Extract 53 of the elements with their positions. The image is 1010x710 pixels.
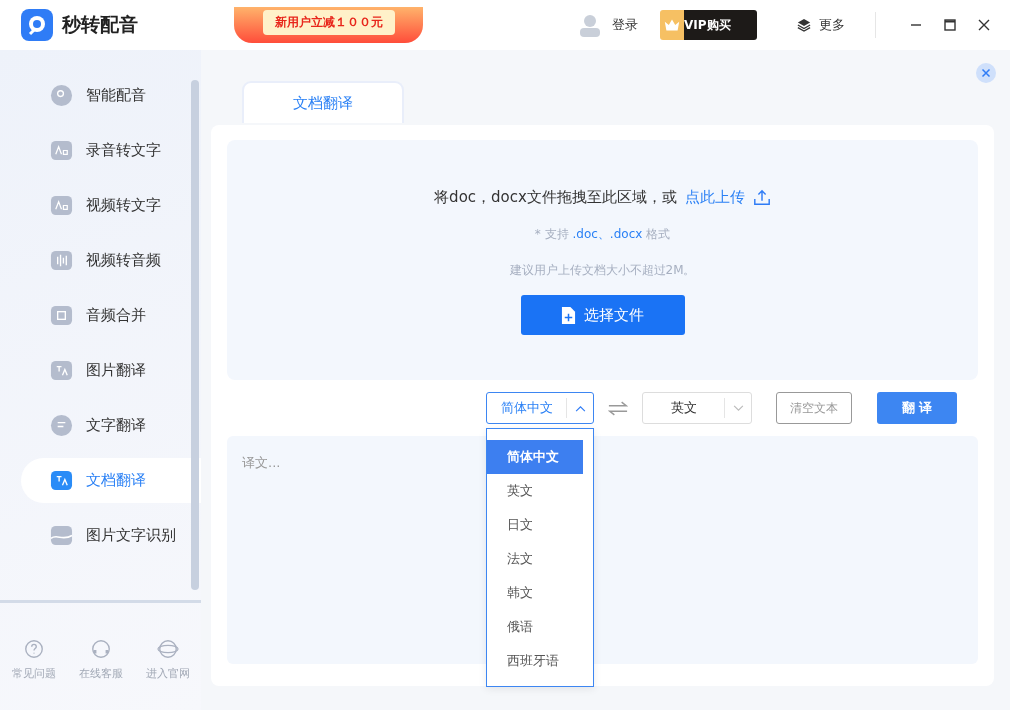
tab[interactable]: 文档翻译 [242, 81, 404, 123]
upload-icon[interactable] [752, 188, 771, 207]
crown-icon [664, 18, 680, 32]
target-language-select[interactable]: 英文 [642, 392, 752, 424]
vip-button[interactable]: VIP购买 [660, 10, 757, 40]
layers-icon [797, 18, 811, 32]
close-icon[interactable] [978, 19, 990, 31]
sidebar-item[interactable]: 视频转文字 [21, 183, 201, 228]
source-language-select[interactable]: 简体中文 [486, 392, 594, 424]
sidebar-item[interactable]: 图片文字识别 [21, 513, 201, 558]
sidebar-item[interactable]: 文档翻译 [21, 458, 201, 503]
upload-prompt: 将doc，docx文件拖拽至此区域，或 [434, 188, 677, 207]
close-panel-icon[interactable] [976, 63, 996, 83]
headset-icon [89, 638, 112, 660]
sidebar-item[interactable]: 录音转文字 [21, 128, 201, 173]
sidebar-item[interactable]: 智能配音 [21, 73, 201, 118]
language-option[interactable]: 法文 [487, 542, 583, 576]
sidebar-item-icon [50, 359, 73, 382]
scrollbar[interactable] [191, 80, 199, 590]
planet-icon [156, 638, 179, 660]
sidebar-item-icon [50, 84, 73, 107]
sidebar-item-icon [50, 304, 73, 327]
language-option[interactable]: 俄语 [487, 610, 583, 644]
app-logo-icon [21, 9, 53, 41]
format-note: * 支持 .doc、.docx 格式 [534, 226, 671, 243]
maximize-icon[interactable] [944, 19, 956, 31]
choose-file-button[interactable]: 选择文件 [520, 295, 685, 335]
help-icon [22, 638, 45, 660]
sidebar-item[interactable]: 音频合并 [21, 293, 201, 338]
sidebar-item-icon [50, 249, 73, 272]
sidebar-item[interactable]: 文字翻译 [21, 403, 201, 448]
language-option[interactable]: 英文 [487, 474, 583, 508]
caret-icon [732, 404, 744, 412]
login-link[interactable]: 登录 [612, 16, 638, 34]
sidebar-item-icon [50, 194, 73, 217]
translate-button[interactable]: 翻 译 [877, 392, 957, 424]
sidebar-item-icon [50, 469, 73, 492]
sidebar-item[interactable]: 视频转音频 [21, 238, 201, 283]
promo-banner[interactable]: 新用户立减１００元 [234, 7, 423, 43]
more-menu[interactable]: 更多 [819, 16, 845, 34]
language-option[interactable]: 日文 [487, 508, 583, 542]
caret-icon [574, 404, 586, 412]
sidebar-item[interactable]: 图片翻译 [21, 348, 201, 393]
file-plus-icon [561, 305, 576, 325]
upload-link[interactable]: 点此上传 [684, 188, 745, 207]
sidebar-item-icon [50, 524, 73, 547]
sidebar-item-icon [50, 414, 73, 437]
app-title: 秒转配音 [62, 12, 138, 37]
language-option[interactable]: 简体中文 [487, 440, 583, 474]
swap-icon[interactable] [608, 400, 628, 416]
user-avatar-icon [578, 13, 602, 37]
sidebar-item-icon [50, 139, 73, 162]
language-option[interactable]: 韩文 [487, 576, 583, 610]
